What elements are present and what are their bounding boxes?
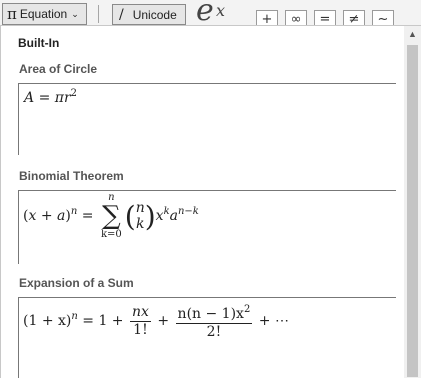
unicode-button[interactable]: / Unicode	[112, 4, 186, 25]
equation-label: Equation	[19, 7, 68, 21]
script-superscript: x	[216, 1, 226, 20]
equation-item-area-of-circle[interactable]: A = πr2	[18, 83, 396, 155]
unicode-label: Unicode	[132, 7, 177, 22]
equation-formula: (x + a)n = n ∑ k=0(n k)xkan−k	[23, 192, 199, 240]
vertical-scrollbar[interactable]: ▲	[404, 26, 421, 378]
equation-formula: (1 + x)n = 1 + nx 1! + n(n − 1)x2 2! + ⋯	[23, 301, 289, 341]
ribbon-divider	[98, 5, 99, 23]
equation-item-binomial-theorem[interactable]: (x + a)n = n ∑ k=0(n k)xkan−k	[18, 190, 396, 264]
fraction: nx 1!	[129, 303, 151, 338]
fraction: n(n − 1)x2 2!	[175, 301, 253, 341]
pi-icon: π	[7, 4, 17, 23]
section-label-binomial-theorem: Binomial Theorem	[19, 169, 124, 183]
chevron-down-icon: ⌄	[71, 8, 79, 19]
script-base: e	[196, 0, 214, 28]
script-button[interactable]: e x	[196, 0, 225, 28]
equation-dropdown-button[interactable]: π Equation ⌄	[2, 3, 87, 25]
equation-formula: A = πr2	[24, 88, 78, 106]
section-label-area-of-circle: Area of Circle	[19, 62, 98, 76]
summation: n ∑ k=0	[100, 192, 122, 240]
section-label-expansion-of-a-sum: Expansion of a Sum	[19, 276, 134, 290]
binomial-coefficient: (n k)	[124, 199, 156, 233]
equation-gallery: Built-In Area of Circle A = πr2 Binomial…	[0, 25, 421, 378]
unicode-icon: /	[119, 6, 124, 23]
scroll-up-arrow-icon[interactable]: ▲	[404, 26, 421, 43]
equation-item-expansion-of-a-sum[interactable]: (1 + x)n = 1 + nx 1! + n(n − 1)x2 2! + ⋯	[18, 297, 396, 378]
gallery-title: Built-In	[18, 36, 60, 50]
scroll-thumb[interactable]	[407, 45, 418, 377]
